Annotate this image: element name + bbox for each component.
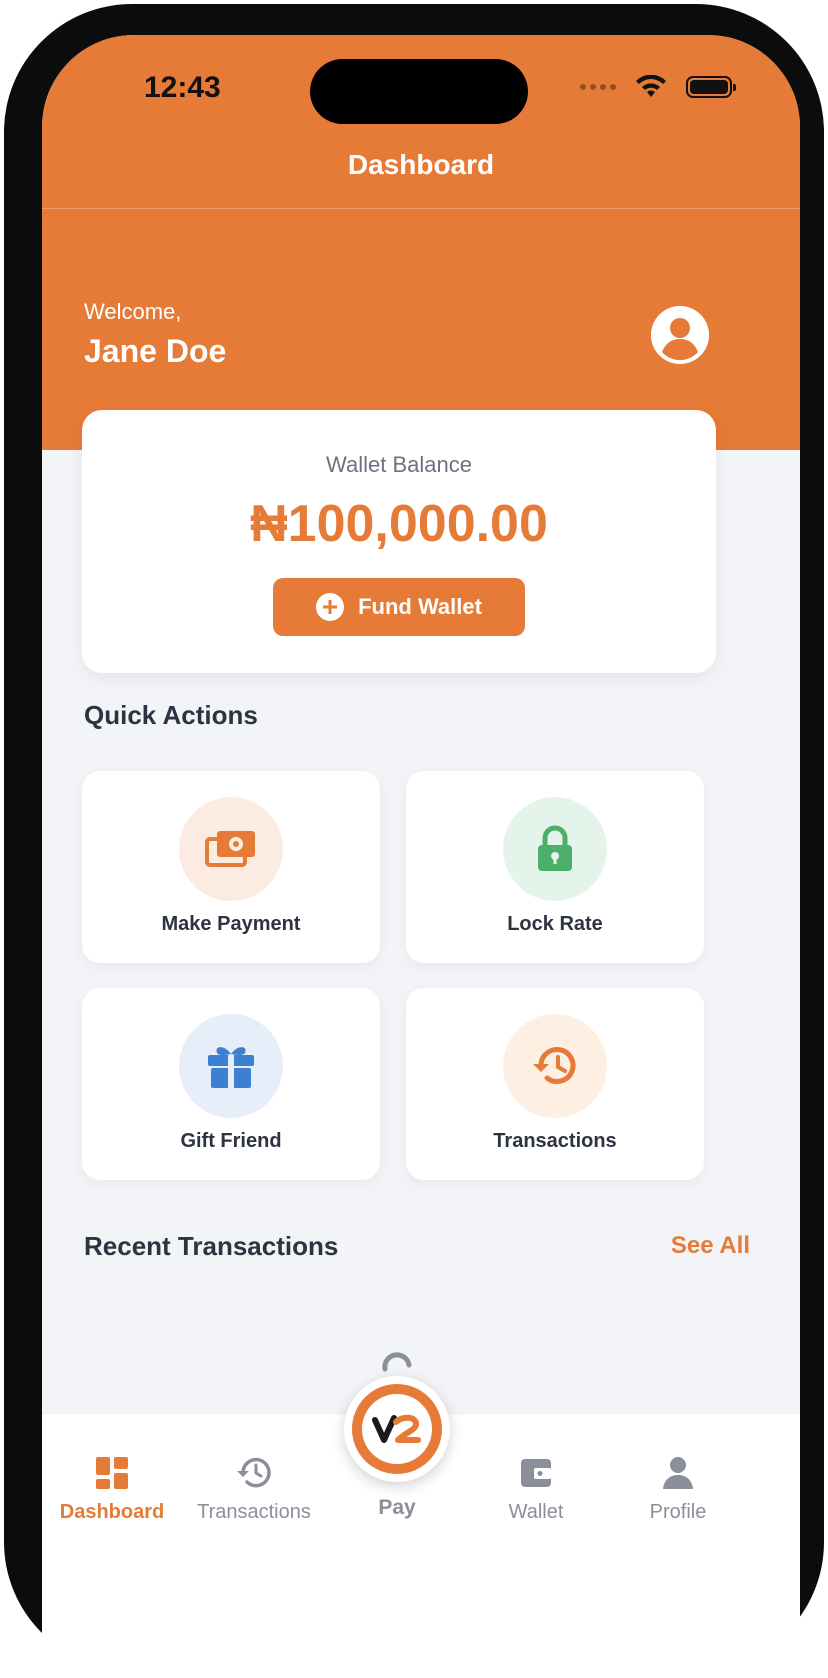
- welcome-text: Welcome,: [84, 299, 182, 324]
- pay-button-ring: [352, 1384, 442, 1474]
- tab-pay-label[interactable]: Pay: [344, 1496, 450, 1520]
- user-name: Jane Doe: [84, 333, 227, 369]
- cellular-signal-icon: [580, 84, 616, 90]
- gift-icon: [208, 1047, 254, 1088]
- wifi-icon: [636, 75, 666, 97]
- money-icon: [205, 831, 255, 867]
- pay-logo-icon: [372, 1414, 421, 1443]
- tab-transactions[interactable]: Transactions: [184, 1453, 324, 1524]
- status-indicators: [580, 75, 736, 99]
- gift-friend-label: Gift Friend: [180, 1130, 282, 1152]
- tab-profile[interactable]: Profile: [608, 1453, 748, 1524]
- avatar-button[interactable]: [651, 306, 709, 364]
- phone-frame: 12:43 Dashboard Welcome, Jane Doe Wallet…: [4, 4, 824, 1678]
- header-divider: [42, 208, 800, 209]
- wallet-icon: [521, 1459, 551, 1487]
- tab-wallet[interactable]: Wallet: [466, 1453, 606, 1524]
- pay-button-core: [362, 1394, 432, 1464]
- app-screen: 12:43 Dashboard Welcome, Jane Doe Wallet…: [42, 35, 800, 1678]
- dynamic-island: [310, 59, 528, 124]
- recent-transactions-title: Recent Transactions: [84, 1231, 339, 1261]
- wallet-balance-label: Wallet Balance: [326, 452, 472, 477]
- lock-rate-icon-circle: [503, 797, 607, 901]
- history-icon: [533, 1047, 576, 1084]
- tab-transactions-label: Transactions: [197, 1501, 311, 1523]
- transactions-label: Transactions: [493, 1130, 617, 1152]
- lock-rate-card[interactable]: Lock Rate: [406, 771, 704, 963]
- pay-button[interactable]: [344, 1376, 450, 1482]
- user-avatar-icon: [651, 306, 709, 364]
- tab-dashboard-label: Dashboard: [59, 1501, 165, 1523]
- plus-circle-icon: [316, 593, 345, 621]
- gift-friend-icon-circle: [179, 1014, 283, 1118]
- dashboard-icon: [96, 1457, 128, 1489]
- tab-dashboard[interactable]: Dashboard: [42, 1453, 182, 1524]
- lock-icon: [538, 825, 572, 871]
- wallet-card: Wallet Balance ₦100,000.00 Fund Wallet: [82, 410, 716, 673]
- see-all-link[interactable]: See All: [671, 1232, 750, 1260]
- make-payment-card[interactable]: Make Payment: [82, 771, 380, 963]
- gift-friend-card[interactable]: Gift Friend: [82, 988, 380, 1180]
- page-title: Dashboard: [347, 149, 495, 180]
- status-time: 12:43: [144, 71, 221, 104]
- transactions-icon-circle: [503, 1014, 607, 1118]
- transactions-card[interactable]: Transactions: [406, 988, 704, 1180]
- quick-actions-title: Quick Actions: [84, 700, 258, 730]
- tab-wallet-label: Wallet: [508, 1501, 564, 1523]
- wallet-balance-amount: ₦100,000.00: [250, 495, 548, 553]
- battery-icon: [686, 76, 736, 98]
- make-payment-icon-circle: [179, 797, 283, 901]
- fund-wallet-label: Fund Wallet: [358, 594, 482, 619]
- fund-wallet-button[interactable]: Fund Wallet: [273, 578, 525, 636]
- make-payment-label: Make Payment: [161, 913, 301, 935]
- lock-rate-label: Lock Rate: [507, 913, 603, 935]
- history-icon: [237, 1457, 271, 1488]
- profile-icon: [663, 1457, 693, 1489]
- tab-profile-label: Profile: [649, 1501, 707, 1523]
